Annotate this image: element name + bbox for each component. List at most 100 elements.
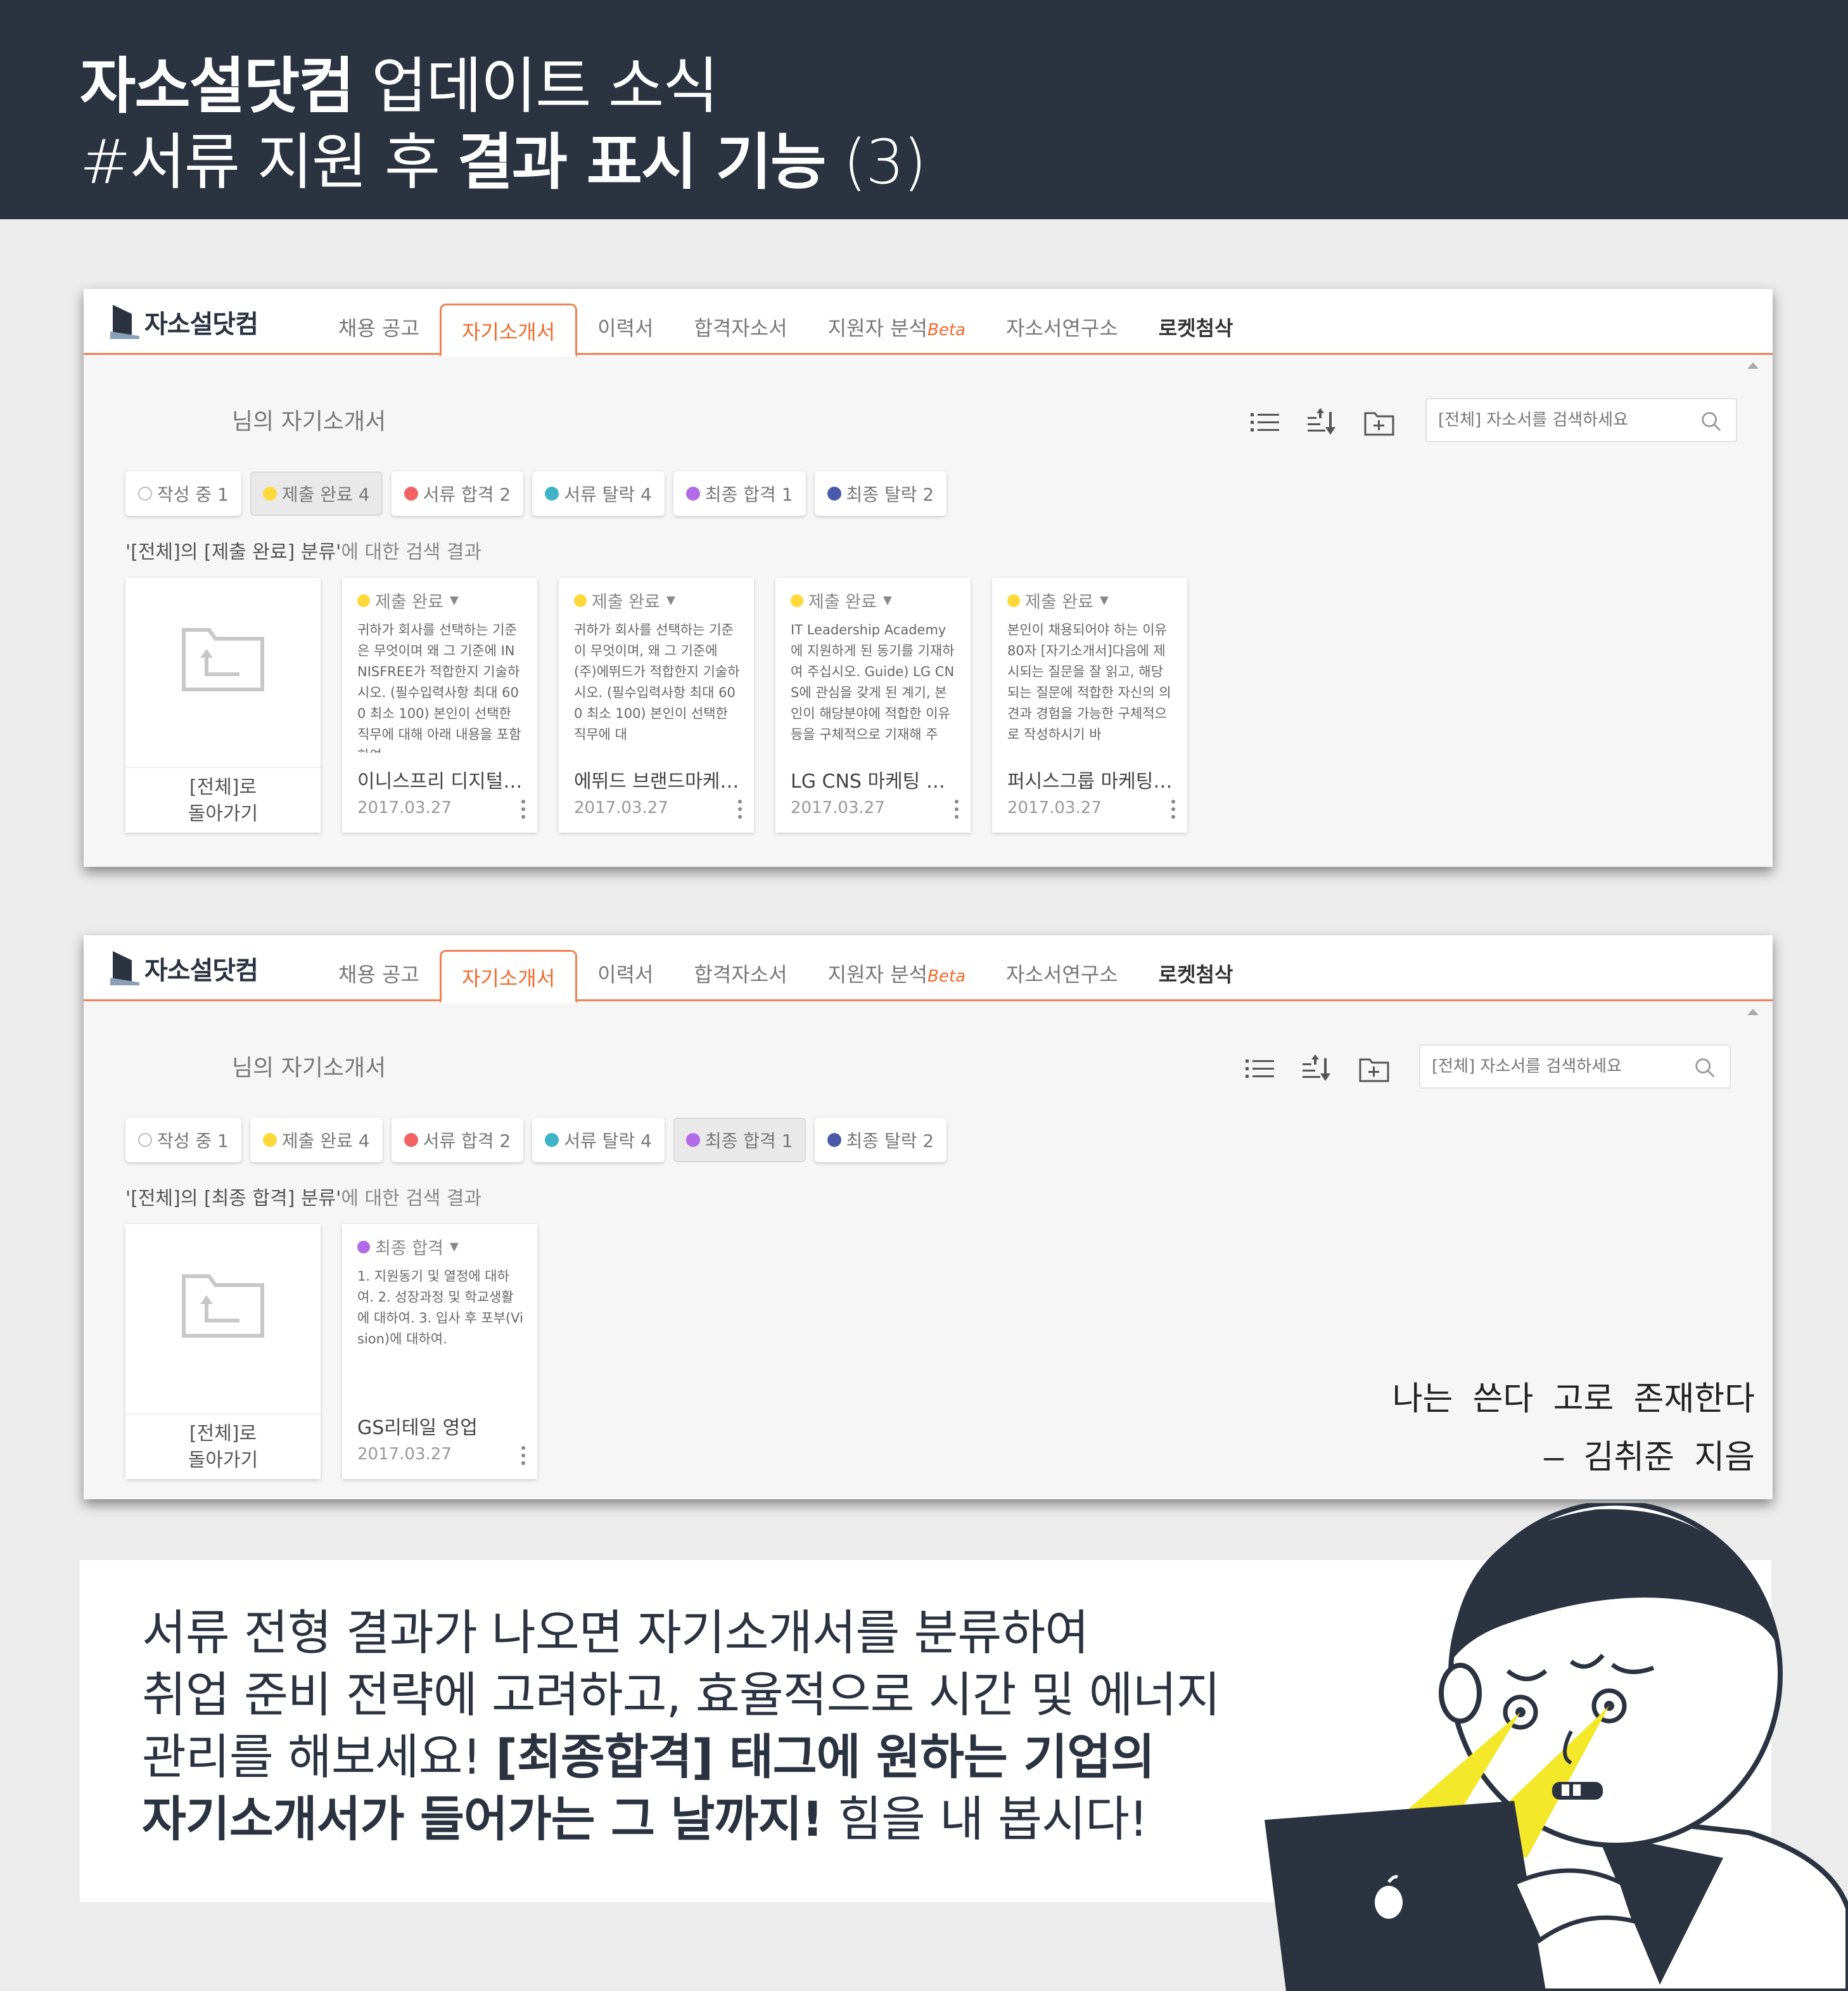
new-folder-icon[interactable] — [1358, 1054, 1390, 1086]
list-view-icon[interactable] — [1249, 408, 1281, 440]
site-logo[interactable]: 자소설닷컴 — [110, 303, 258, 341]
tab-6[interactable]: 자소서연구소 — [986, 952, 1138, 1001]
card-status-dropdown[interactable]: 제출 완료 ▼ — [574, 588, 675, 613]
screenshot-panel-submitted: 자소설닷컴 채용 공고 자기소개서 이력서 합격자소서 지원자 분석Beta 자소서연구소… — [84, 289, 1773, 867]
filter-chip-2[interactable]: 제출 완료 4 — [250, 471, 383, 516]
filter-chip-5[interactable]: 최종 합격 1 — [673, 471, 806, 516]
message-text: 서류 전형 결과가 나오면 자기소개서를 분류하여 취업 준비 전략에 고려하고… — [142, 1604, 1221, 1847]
status-dot-icon — [357, 594, 370, 607]
search-icon[interactable] — [1699, 409, 1723, 433]
essay-card-grid: [전체]로 돌아가기 제출 완료 ▼ 귀하가 회사를 선택하는 기준은 무엇이며 왜 그… — [125, 578, 1187, 833]
tab-2[interactable]: 자기소개서 — [439, 950, 578, 1003]
filter-chip-3[interactable]: 서류 합격 2 — [391, 1118, 524, 1162]
tab-7[interactable]: 로켓첨삭 — [1138, 952, 1254, 1001]
search-input[interactable] — [1438, 399, 1692, 441]
card-date: 2017.03.27 — [357, 1445, 452, 1464]
logo-mark-icon — [110, 305, 139, 339]
essay-card[interactable]: 제출 완료 ▼ 본인이 채용되어야 하는 이유 80자 [자기소개서]다음에 제시되… — [992, 578, 1187, 833]
beta-badge: Beta — [927, 967, 966, 986]
essay-card[interactable]: 제출 완료 ▼ IT Leadership Academy에 지원하게 된 동기를 … — [775, 578, 971, 833]
card-status-dropdown[interactable]: 최종 합격 ▼ — [357, 1234, 459, 1259]
scroll-up-arrow-icon[interactable] — [1747, 362, 1759, 369]
card-question-text: 귀하가 회사를 선택하는 기준이 무엇이며, 왜 그 기준에 (주)에뛰드가 적… — [574, 622, 740, 742]
top-nav: 자소설닷컴 채용 공고 자기소개서 이력서 합격자소서 지원자 분석Beta 자소서연구소… — [84, 935, 1773, 1003]
banner-title: 자소설닷컴 업데이트 소식 — [80, 51, 719, 122]
card-title: LG CNS 마케팅 운… — [791, 771, 957, 793]
status-dot-icon — [138, 1133, 152, 1147]
tab-2[interactable]: 자기소개서 — [439, 304, 578, 357]
tab-4[interactable]: 합격자소서 — [673, 952, 807, 1001]
card-title: 이니스프리 디지털… — [357, 771, 523, 793]
caret-down-icon: ▼ — [1099, 594, 1109, 607]
filter-chip-5[interactable]: 최종 합격 1 — [673, 1118, 806, 1162]
card-date: 2017.03.27 — [791, 798, 885, 817]
card-status-dropdown[interactable]: 제출 완료 ▼ — [1007, 588, 1109, 613]
logo-mark-icon — [110, 951, 139, 985]
tab-5[interactable]: 지원자 분석Beta — [808, 952, 986, 1001]
filter-chip-1[interactable]: 작성 중 1 — [125, 1118, 241, 1162]
toolbar — [1249, 408, 1395, 440]
filter-chip-3[interactable]: 서류 합격 2 — [391, 471, 524, 516]
status-dot-icon — [138, 487, 152, 501]
new-folder-icon[interactable] — [1363, 408, 1395, 440]
site-logo[interactable]: 자소설닷컴 — [110, 949, 258, 987]
toolbar — [1244, 1054, 1390, 1086]
more-options-icon[interactable] — [521, 800, 526, 821]
essay-card-grid: [전체]로 돌아가기 최종 합격 ▼ 1. 지원동기 및 열정에 대하여. 2. 성장과… — [125, 1224, 537, 1479]
tab-6[interactable]: 자소서연구소 — [986, 305, 1138, 355]
filter-chip-4[interactable]: 서류 탈락 4 — [532, 1118, 665, 1162]
list-view-icon[interactable] — [1244, 1054, 1276, 1086]
status-dot-icon — [545, 1133, 559, 1147]
essay-card[interactable]: 제출 완료 ▼ 귀하가 회사를 선택하는 기준이 무엇이며, 왜 그 기준에 (주)… — [559, 578, 754, 833]
tab-1[interactable]: 채용 공고 — [318, 305, 440, 355]
handwritten-quote: 나는 쓴다 고로 존재한다 – 김취준 지음 — [1392, 1370, 1755, 1487]
status-dot-icon — [827, 487, 841, 501]
status-dot-icon — [545, 487, 559, 501]
search-box[interactable] — [1419, 1044, 1731, 1089]
card-status-dropdown[interactable]: 제출 완료 ▼ — [357, 588, 459, 613]
sort-icon[interactable] — [1301, 1054, 1333, 1086]
quote-line-1: 나는 쓴다 고로 존재한다 — [1392, 1380, 1755, 1418]
status-dot-icon — [1007, 594, 1020, 607]
banner-subtitle: #서류 지원 후 결과 표시 기능 (3) — [80, 127, 927, 198]
tab-7[interactable]: 로켓첨삭 — [1138, 305, 1254, 355]
tab-1[interactable]: 채용 공고 — [318, 952, 440, 1001]
more-options-icon[interactable] — [521, 1446, 526, 1468]
owner-label: 님의 자기소개서 — [232, 1055, 386, 1081]
caret-down-icon: ▼ — [883, 594, 892, 607]
card-question-text: 1. 지원동기 및 열정에 대하여. 2. 성장과정 및 학교생활에 대하여. … — [357, 1269, 523, 1347]
tab-5[interactable]: 지원자 분석Beta — [808, 305, 986, 355]
card-date: 2017.03.27 — [1007, 798, 1102, 817]
card-question-text: 본인이 채용되어야 하는 이유 80자 [자기소개서]다음에 제시되는 질문을 … — [1007, 622, 1171, 742]
tab-4[interactable]: 합격자소서 — [673, 305, 807, 355]
back-to-all-card[interactable]: [전체]로 돌아가기 — [125, 1224, 321, 1479]
filter-chip-6[interactable]: 최종 탈락 2 — [814, 1118, 947, 1162]
more-options-icon[interactable] — [1171, 800, 1176, 821]
filter-chip-4[interactable]: 서류 탈락 4 — [532, 471, 665, 516]
sort-icon[interactable] — [1306, 408, 1338, 440]
essay-card[interactable]: 제출 완료 ▼ 귀하가 회사를 선택하는 기준은 무엇이며 왜 그 기준에 INNI… — [342, 578, 537, 833]
card-status-dropdown[interactable]: 제출 완료 ▼ — [791, 588, 892, 613]
search-input[interactable] — [1432, 1046, 1685, 1087]
tab-3[interactable]: 이력서 — [577, 952, 673, 1001]
search-icon[interactable] — [1693, 1056, 1717, 1080]
scroll-up-arrow-icon[interactable] — [1747, 1009, 1759, 1015]
search-box[interactable] — [1425, 398, 1737, 442]
filter-chip-1[interactable]: 작성 중 1 — [125, 471, 241, 516]
filter-chip-6[interactable]: 최종 탈락 2 — [814, 471, 947, 516]
card-date: 2017.03.27 — [357, 798, 452, 817]
card-date: 2017.03.27 — [574, 798, 668, 817]
beta-badge: Beta — [927, 321, 966, 340]
back-to-all-card[interactable]: [전체]로 돌아가기 — [125, 578, 321, 833]
filter-chip-2[interactable]: 제출 완료 4 — [250, 1118, 383, 1162]
more-options-icon[interactable] — [954, 800, 959, 821]
tab-3[interactable]: 이력서 — [577, 305, 673, 355]
essay-card[interactable]: 최종 합격 ▼ 1. 지원동기 및 열정에 대하여. 2. 성장과정 및 학교생활에… — [342, 1224, 537, 1479]
status-dot-icon — [262, 487, 277, 501]
status-dot-icon — [357, 1240, 370, 1253]
more-options-icon[interactable] — [737, 800, 742, 821]
owner-label: 님의 자기소개서 — [232, 409, 386, 435]
status-dot-icon — [791, 594, 803, 607]
status-dot-icon — [827, 1133, 841, 1147]
card-question-text: 귀하가 회사를 선택하는 기준은 무엇이며 왜 그 기준에 INNISFREE가… — [357, 622, 521, 753]
